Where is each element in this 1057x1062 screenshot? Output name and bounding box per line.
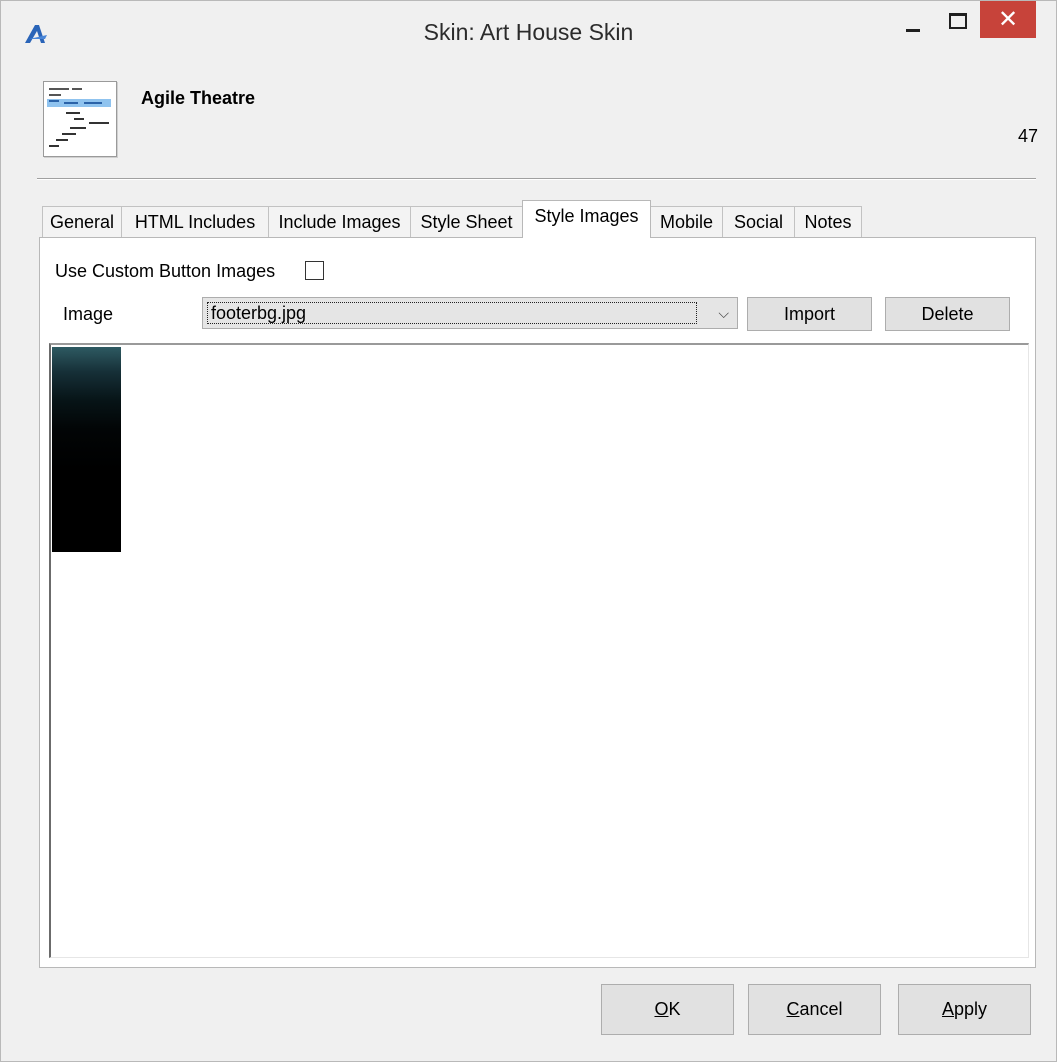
use-custom-button-images-label: Use Custom Button Images — [55, 261, 276, 281]
skin-id-number: 47 — [1017, 126, 1038, 146]
tab-notes[interactable]: Notes — [794, 206, 862, 237]
footerbg-preview-image — [52, 347, 121, 552]
tab-mobile[interactable]: Mobile — [650, 206, 723, 237]
title-bar[interactable]: Skin: Art House Skin ✕ — [1, 1, 1056, 65]
tab-style-images[interactable]: Style Images — [522, 200, 651, 238]
apply-accelerator: A — [941, 999, 954, 1019]
cancel-label: ancel — [799, 999, 843, 1019]
cancel-button[interactable]: Cancel — [748, 984, 881, 1035]
image-select[interactable]: footerbg.jpg ⌵ — [202, 297, 738, 329]
ok-label: K — [668, 999, 681, 1019]
tab-style-sheet[interactable]: Style Sheet — [410, 206, 523, 237]
import-button[interactable]: Import — [747, 297, 872, 331]
ok-button[interactable]: OK — [601, 984, 734, 1035]
use-custom-button-images-checkbox[interactable] — [305, 261, 324, 280]
image-label: Image — [63, 304, 114, 324]
close-icon[interactable]: ✕ — [980, 1, 1036, 38]
chevron-down-icon[interactable]: ⌵ — [718, 306, 729, 322]
tab-include-images[interactable]: Include Images — [268, 206, 411, 237]
image-select-value: footerbg.jpg — [211, 303, 307, 323]
apply-button[interactable]: Apply — [898, 984, 1031, 1035]
cancel-accelerator: C — [786, 999, 800, 1019]
skin-document-icon — [43, 81, 117, 157]
maximize-icon[interactable] — [938, 1, 978, 43]
image-select-focus: footerbg.jpg — [207, 302, 697, 324]
skin-dialog-window: Skin: Art House Skin ✕ Agile Theatre 47 … — [0, 0, 1057, 1062]
tab-social[interactable]: Social — [722, 206, 795, 237]
ok-accelerator: O — [654, 999, 669, 1019]
minimize-icon[interactable] — [894, 1, 934, 43]
delete-button[interactable]: Delete — [885, 297, 1010, 331]
tab-general[interactable]: General — [42, 206, 122, 237]
header-separator — [37, 178, 1036, 180]
image-preview-area — [49, 343, 1029, 958]
skin-name-heading: Agile Theatre — [141, 88, 256, 108]
apply-label: pply — [953, 999, 988, 1019]
tab-html-includes[interactable]: HTML Includes — [121, 206, 269, 237]
